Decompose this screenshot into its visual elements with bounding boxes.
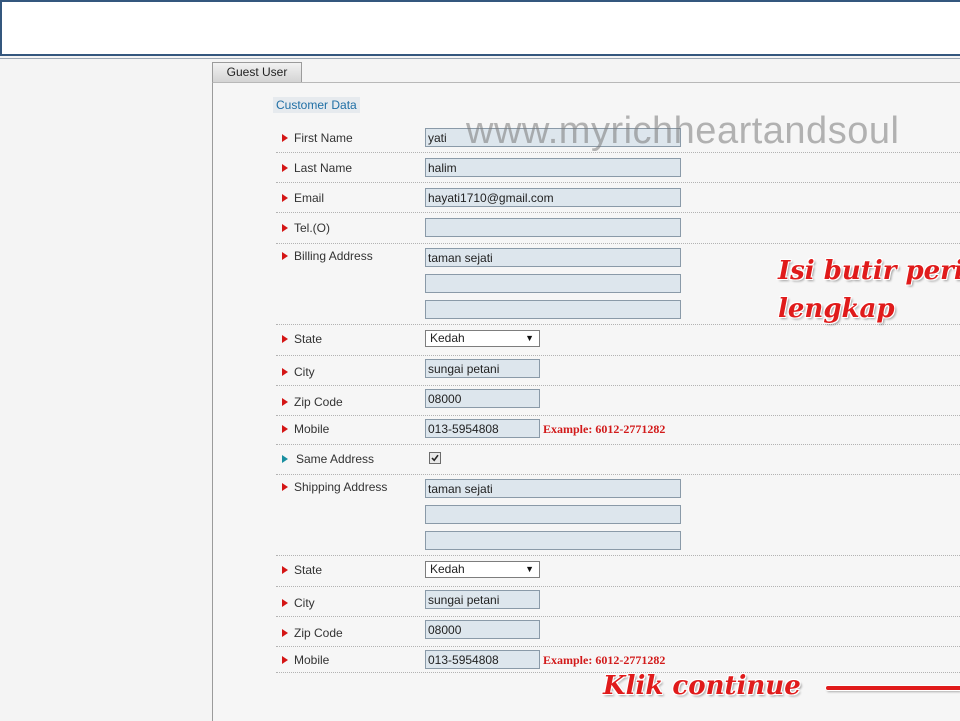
billing-state-select[interactable]: Kedah ▼	[425, 330, 540, 347]
section-title: Customer Data	[273, 97, 360, 113]
billing-city-input[interactable]	[425, 359, 540, 378]
dropdown-arrow-icon: ▼	[525, 333, 534, 343]
label-text: Tel.(O)	[294, 221, 330, 235]
form-row-same-address: Same Address	[276, 445, 960, 475]
teal-arrow-bullet-icon	[282, 455, 288, 463]
arrow-bullet-icon	[282, 164, 288, 172]
tab-guest-user[interactable]: Guest User	[212, 62, 302, 82]
shipping-state-select[interactable]: Kedah ▼	[425, 561, 540, 578]
label-email: Email	[282, 191, 324, 205]
label-billing-zip: Zip Code	[282, 395, 343, 409]
arrow-bullet-icon	[282, 599, 288, 607]
form-row-billing-city: City	[276, 356, 960, 386]
arrow-bullet-icon	[282, 629, 288, 637]
shipping-address-line2-input[interactable]	[425, 505, 681, 524]
label-text: Same Address	[296, 452, 375, 466]
label-billing-city: City	[282, 365, 315, 379]
arrow-bullet-icon	[282, 656, 288, 664]
billing-address-line2-input[interactable]	[425, 274, 681, 293]
shipping-mobile-example: Example: 6012-2771282	[543, 653, 666, 667]
label-text: Zip Code	[294, 395, 343, 409]
label-billing-mobile: Mobile	[282, 422, 329, 436]
label-billing-state: State	[282, 332, 322, 346]
shipping-mobile-input[interactable]	[425, 650, 540, 669]
top-frame	[0, 0, 960, 56]
billing-state-value: Kedah	[430, 331, 465, 345]
arrow-bullet-icon	[282, 483, 288, 491]
label-last-name: Last Name	[282, 161, 352, 175]
checkmark-icon	[431, 454, 439, 462]
annotation-complete: lengkap	[778, 294, 895, 324]
header-divider	[0, 58, 960, 59]
label-text: Email	[294, 191, 325, 205]
form-row-billing-zip: Zip Code	[276, 386, 960, 416]
label-shipping-city: City	[282, 596, 315, 610]
shipping-city-input[interactable]	[425, 590, 540, 609]
label-text: Last Name	[294, 161, 353, 175]
label-text: State	[294, 332, 323, 346]
label-same-address: Same Address	[282, 452, 374, 466]
label-text: State	[294, 563, 323, 577]
shipping-state-value: Kedah	[430, 562, 465, 576]
billing-mobile-input[interactable]	[425, 419, 540, 438]
arrow-bullet-icon	[282, 566, 288, 574]
arrow-bullet-icon	[282, 368, 288, 376]
label-first-name: First Name	[282, 131, 353, 145]
label-text: Mobile	[294, 422, 330, 436]
label-text: Zip Code	[294, 626, 343, 640]
shipping-address-line1-input[interactable]	[425, 479, 681, 498]
email-input[interactable]	[425, 188, 681, 207]
label-text: First Name	[294, 131, 353, 145]
label-shipping-address: Shipping Address	[282, 480, 387, 494]
first-name-input[interactable]	[425, 128, 681, 147]
label-tel: Tel.(O)	[282, 221, 330, 235]
label-text: Mobile	[294, 653, 330, 667]
same-address-checkbox[interactable]	[429, 452, 441, 464]
arrow-bullet-icon	[282, 252, 288, 260]
annotation-fill-details: Isi butir peri	[778, 256, 960, 286]
pointer-arrow-line	[826, 686, 960, 690]
label-text: City	[294, 365, 315, 379]
label-shipping-mobile: Mobile	[282, 653, 329, 667]
annotation-click-continue: Klik continue	[603, 671, 801, 701]
billing-mobile-example: Example: 6012-2771282	[543, 422, 666, 436]
label-shipping-zip: Zip Code	[282, 626, 343, 640]
label-billing-address: Billing Address	[282, 249, 373, 263]
billing-zip-input[interactable]	[425, 389, 540, 408]
dropdown-arrow-icon: ▼	[525, 564, 534, 574]
last-name-input[interactable]	[425, 158, 681, 177]
shipping-zip-input[interactable]	[425, 620, 540, 639]
form-row-shipping-city: City	[276, 587, 960, 617]
label-text: Shipping Address	[294, 480, 388, 494]
arrow-bullet-icon	[282, 425, 288, 433]
form-row-billing-state: State	[276, 325, 960, 356]
label-shipping-state: State	[282, 563, 322, 577]
billing-address-line3-input[interactable]	[425, 300, 681, 319]
arrow-bullet-icon	[282, 398, 288, 406]
shipping-address-line3-input[interactable]	[425, 531, 681, 550]
arrow-bullet-icon	[282, 335, 288, 343]
arrow-bullet-icon	[282, 224, 288, 232]
form-row-shipping-state: State	[276, 556, 960, 587]
arrow-bullet-icon	[282, 134, 288, 142]
form-row-shipping-zip: Zip Code	[276, 617, 960, 647]
label-text: Billing Address	[294, 249, 373, 263]
tel-input[interactable]	[425, 218, 681, 237]
label-text: City	[294, 596, 315, 610]
billing-address-line1-input[interactable]	[425, 248, 681, 267]
left-panel	[0, 60, 212, 720]
arrow-bullet-icon	[282, 194, 288, 202]
